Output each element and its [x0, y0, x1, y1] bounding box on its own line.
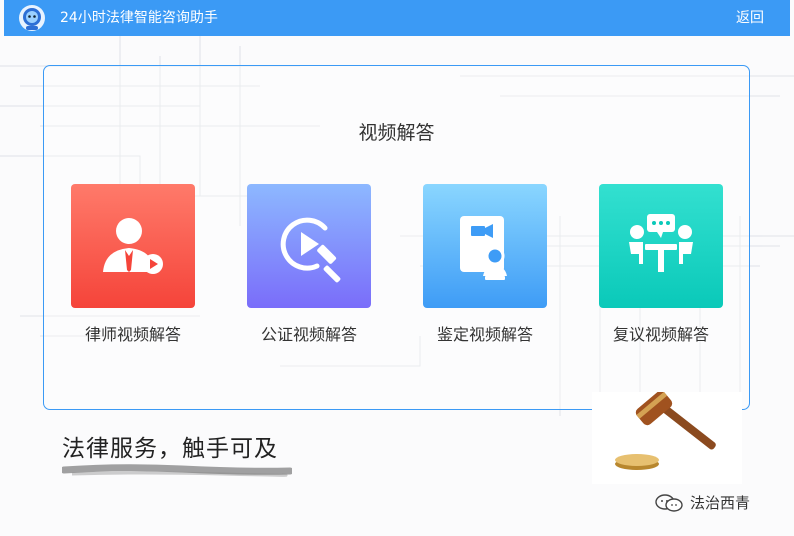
back-button[interactable]: 返回 [736, 9, 764, 27]
meeting-discussion-icon [629, 214, 693, 272]
watermark-text: 法治西青 [690, 494, 751, 512]
top-bar: 24小时法律智能咨询助手 返回 [4, 0, 790, 36]
lawyer-video-tile[interactable] [71, 184, 195, 308]
robot-avatar-icon [19, 5, 45, 31]
appraisal-video-tile[interactable] [423, 184, 547, 308]
panel-title: 视频解答 [358, 122, 435, 144]
slogan: 法律服务，触手可及 [62, 436, 278, 462]
appraisal-video-label[interactable]: 鉴定视频解答 [405, 324, 565, 346]
notary-play-gavel-icon [280, 217, 341, 283]
notary-video-tile[interactable] [247, 184, 371, 308]
notary-video-label[interactable]: 公证视频解答 [229, 324, 389, 346]
lawyer-video-label[interactable]: 律师视频解答 [53, 324, 213, 346]
wechat-icon [655, 494, 683, 512]
reconsideration-video-tile[interactable] [599, 184, 723, 308]
app-title: 24小时法律智能咨询助手 [60, 10, 218, 26]
app-screen: 24小时法律智能咨询助手 返回 视频解答 律师视频解答 公证视频解答 鉴定视频解… [0, 0, 794, 536]
reconsideration-video-label[interactable]: 复议视频解答 [581, 324, 741, 346]
lawyer-video-icon [103, 218, 163, 274]
gavel-icon [592, 392, 742, 484]
video-answer-panel: 视频解答 律师视频解答 公证视频解答 鉴定视频解答 复议视频解答 [43, 65, 750, 410]
appraisal-document-icon [460, 216, 507, 280]
brush-stroke-decoration [62, 464, 292, 477]
